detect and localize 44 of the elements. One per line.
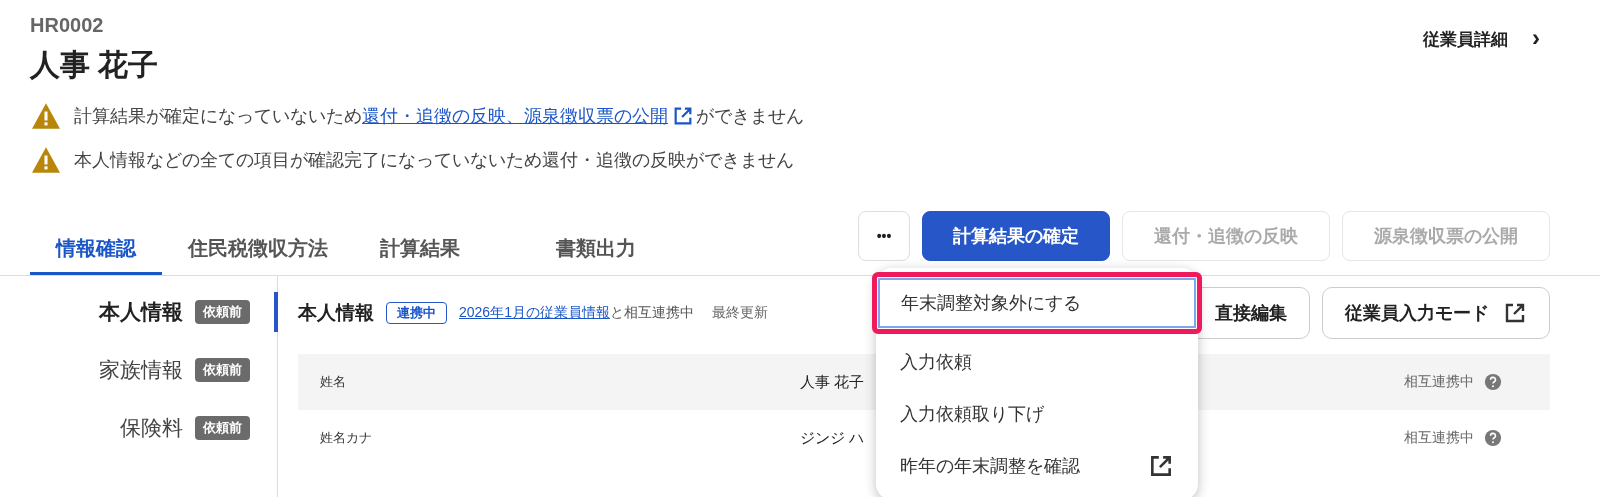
status-badge: 依頼前	[195, 416, 250, 440]
sync-info: 2026年1月の従業員情報 と相互連携中	[459, 304, 694, 322]
external-link-icon	[1148, 453, 1174, 479]
menu-item[interactable]: 入力依頼	[876, 336, 1198, 388]
menu-item[interactable]: 入力依頼取り下げ	[876, 388, 1198, 440]
sidebar-item[interactable]: 本人情報 依頼前	[0, 292, 278, 332]
warning-link[interactable]: 還付・追徴の反映、源泉徴収票の公開	[362, 104, 668, 128]
employee-detail-link[interactable]: 従業員詳細 ›	[1423, 28, 1540, 56]
warning-icon	[30, 146, 62, 174]
sidebar-label: 保険料	[120, 415, 183, 441]
more-button[interactable]: •••	[858, 211, 910, 261]
employee-name: 人事 花子	[30, 47, 160, 83]
sidebar-label: 家族情報	[99, 357, 183, 383]
table-cell-text: 人事 花子	[800, 372, 866, 392]
sidebar-item[interactable]: 家族情報 依頼前	[0, 350, 278, 390]
status-badge: 連携中	[386, 302, 447, 324]
sidebar-item[interactable]: 保険料 依頼前	[0, 408, 278, 448]
tab[interactable]: 書類出力	[486, 235, 662, 275]
warning-icon	[30, 102, 62, 130]
help-icon[interactable]	[1484, 373, 1502, 391]
section-button[interactable]: 従業員入力モード	[1322, 287, 1550, 339]
sidebar-label: 本人情報	[99, 299, 183, 325]
warning-message: 計算結果が確定になっていないため還付・追徴の反映、源泉徴収票の公開 ができません	[74, 104, 804, 128]
action-button[interactable]: 計算結果の確定	[922, 211, 1110, 261]
external-link-icon	[672, 105, 694, 127]
status-badge: 依頼前	[195, 300, 250, 324]
section-title: 本人情報	[298, 301, 374, 325]
employee-info-link[interactable]: 2026年1月の従業員情報	[459, 304, 610, 320]
tab[interactable]: 住民税徴収方法	[162, 235, 354, 275]
employee-code: HR0002	[30, 14, 105, 37]
tab[interactable]: 計算結果	[354, 235, 486, 275]
menu-item[interactable]: 年末調整対象外にする	[872, 272, 1202, 334]
table-cell-text: 姓名	[319, 373, 347, 391]
table-cell-text: 姓名カナ	[319, 429, 373, 447]
last-updated: 最終更新	[711, 304, 768, 322]
menu-item[interactable]: 昨年の年末調整を確認	[876, 440, 1198, 492]
tab[interactable]: 情報確認	[30, 235, 162, 275]
table-cell-text: ジンジ ハ	[800, 428, 866, 448]
help-icon[interactable]	[1484, 429, 1502, 447]
external-link-icon	[1503, 301, 1527, 325]
sync-status: 相互連携中	[1404, 373, 1474, 391]
sync-status: 相互連携中	[1404, 429, 1474, 447]
warning-message: 本人情報などの全ての項目が確認完了になっていないため還付・追徴の反映ができません	[74, 149, 794, 172]
status-badge: 依頼前	[195, 358, 250, 382]
